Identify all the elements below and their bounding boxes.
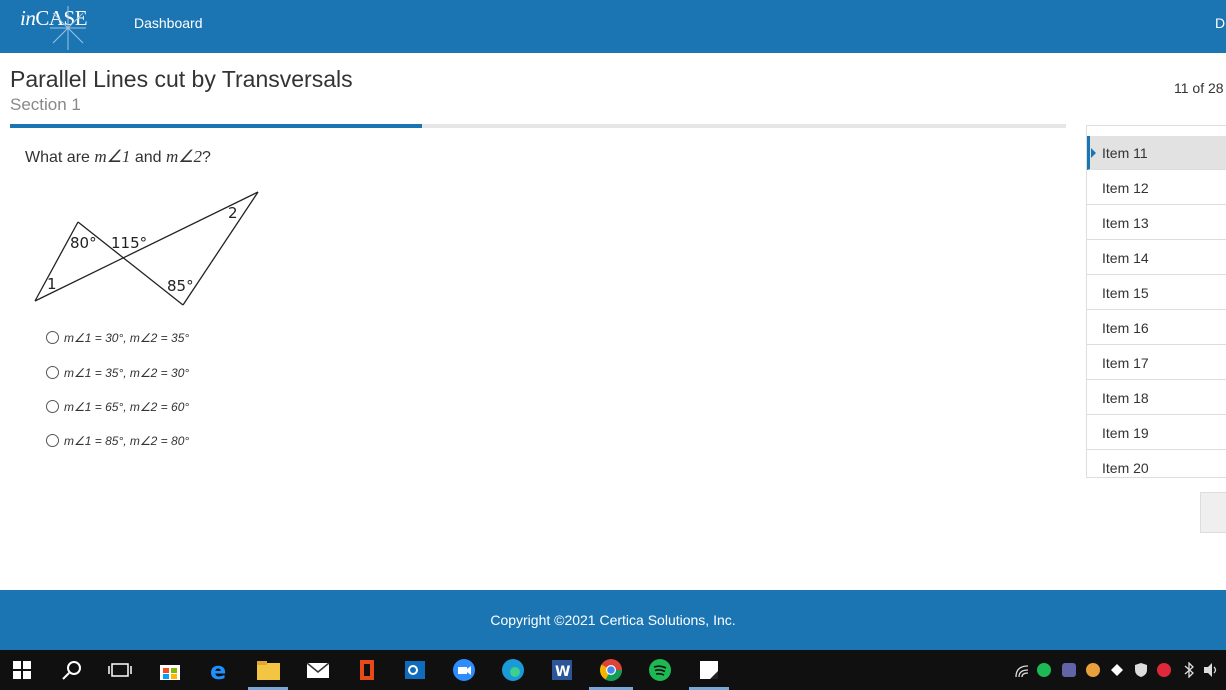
choice-label: m∠1 = 35°, m∠2 = 30°: [64, 365, 190, 380]
question-text: What are m∠1 and m∠2?: [25, 147, 211, 167]
item-navigation-list[interactable]: Item 11 Item 12 Item 13 Item 14 Item 15 …: [1086, 125, 1226, 478]
choice-label: m∠1 = 65°, m∠2 = 60°: [64, 399, 190, 414]
sidebar-item-label: Item 11: [1102, 145, 1148, 161]
sidebar-item-label: Item 15: [1102, 285, 1149, 301]
store-icon[interactable]: [158, 658, 182, 682]
page-footer: Copyright ©2021 Certica Solutions, Inc.: [0, 590, 1226, 650]
incase-logo[interactable]: inCASE: [20, 6, 88, 50]
edge-legacy-icon[interactable]: e: [208, 658, 232, 682]
windows-taskbar: e W: [0, 650, 1226, 690]
copyright-text: Copyright ©2021 Certica Solutions, Inc.: [490, 612, 736, 628]
page-title: Parallel Lines cut by Transversals: [10, 66, 353, 92]
app-red-tray-icon[interactable]: [1157, 663, 1171, 677]
edge-icon[interactable]: [501, 658, 525, 682]
bluetooth-icon[interactable]: [1183, 662, 1195, 678]
choice-label: m∠1 = 85°, m∠2 = 80°: [64, 433, 190, 448]
word-icon[interactable]: W: [550, 658, 574, 682]
radio-button[interactable]: [46, 434, 59, 448]
logo-sunburst-icon: [50, 6, 86, 50]
sidebar-item-label: Item 17: [1102, 355, 1149, 371]
question-suffix: ?: [202, 149, 211, 166]
angle-115-label: 115°: [111, 234, 147, 252]
angle-80-label: 80°: [70, 234, 97, 252]
sidebar-item-label: Item 13: [1102, 215, 1149, 231]
progress-fill: [10, 124, 422, 128]
sidebar-item-16[interactable]: Item 16: [1087, 311, 1226, 345]
question-angle-2: m∠2: [165, 147, 203, 166]
spotify-tray-icon[interactable]: [1037, 663, 1051, 677]
question-prefix: What are: [25, 149, 95, 166]
sidebar-item-17[interactable]: Item 17: [1087, 346, 1226, 380]
top-navbar: inCASE Dashboard D: [0, 0, 1226, 53]
current-item-caret-icon: [1091, 148, 1096, 158]
sidebar-item-label: Item 19: [1102, 425, 1149, 441]
right-triangle-side: [182, 191, 259, 306]
nav-dashboard-link[interactable]: Dashboard: [134, 15, 203, 31]
transversal-figure: 80° 115° 85° 1 2: [34, 191, 259, 306]
angle-1-label: 1: [47, 275, 57, 293]
sidebar-item-label: Item 20: [1102, 460, 1149, 476]
svg-text:e: e: [210, 658, 226, 682]
spotify-icon[interactable]: [648, 658, 672, 682]
outlook-icon[interactable]: [403, 658, 427, 682]
svg-text:W: W: [555, 664, 570, 680]
sidebar-item-12[interactable]: Item 12: [1087, 171, 1226, 205]
zoom-icon[interactable]: [452, 658, 476, 682]
sidebar-item-label: Item 16: [1102, 320, 1149, 336]
sidebar-item-label: Item 18: [1102, 390, 1149, 406]
sticky-notes-icon[interactable]: [697, 658, 721, 682]
radio-button[interactable]: [46, 366, 59, 380]
answer-choice[interactable]: m∠1 = 30°, m∠2 = 35°: [46, 330, 189, 346]
section-label: Section 1: [10, 95, 81, 114]
sidebar-item-19[interactable]: Item 19: [1087, 416, 1226, 450]
sidebar-item-15[interactable]: Item 15: [1087, 276, 1226, 310]
sidebar-item-11[interactable]: Item 11: [1087, 136, 1226, 170]
sidebar-item-label: Item 12: [1102, 180, 1149, 196]
sidebar-item-13[interactable]: Item 13: [1087, 206, 1226, 240]
logo-prefix: in: [20, 6, 36, 30]
radio-button[interactable]: [46, 331, 59, 345]
network-icon[interactable]: [1014, 664, 1030, 678]
task-view-icon[interactable]: [108, 658, 132, 682]
teams-tray-icon[interactable]: [1062, 663, 1076, 677]
sidebar-item-20[interactable]: Item 20: [1087, 451, 1226, 477]
sidebar-item-label: Item 14: [1102, 250, 1149, 266]
angle-2-label: 2: [228, 204, 238, 222]
progress-bar: [10, 124, 1066, 128]
answer-choice[interactable]: m∠1 = 85°, m∠2 = 80°: [46, 433, 189, 449]
windows-start-icon[interactable]: [13, 661, 37, 685]
office-icon[interactable]: [355, 658, 379, 682]
nav-user-menu[interactable]: D: [1215, 15, 1225, 31]
question-angle-1: m∠1: [94, 147, 131, 166]
sidebar-item-18[interactable]: Item 18: [1087, 381, 1226, 415]
chrome-icon[interactable]: [599, 658, 623, 682]
search-icon[interactable]: [60, 658, 84, 682]
radio-button[interactable]: [46, 400, 59, 414]
security-shield-icon[interactable]: [1133, 662, 1149, 678]
choice-label: m∠1 = 30°, m∠2 = 35°: [64, 330, 190, 345]
volume-icon[interactable]: [1203, 662, 1221, 678]
answer-choice[interactable]: m∠1 = 65°, m∠2 = 60°: [46, 399, 189, 415]
dropbox-tray-icon[interactable]: [1109, 662, 1125, 678]
angle-85-label: 85°: [167, 277, 194, 295]
answer-choice[interactable]: m∠1 = 35°, m∠2 = 30°: [46, 365, 189, 381]
question-and: and: [130, 149, 166, 166]
app-tray-icon[interactable]: [1086, 663, 1100, 677]
previous-button[interactable]: [1200, 492, 1226, 533]
mail-icon[interactable]: [306, 658, 330, 682]
item-counter: 11 of 28: [1174, 80, 1224, 96]
file-explorer-icon[interactable]: [256, 658, 280, 682]
sidebar-item-14[interactable]: Item 14: [1087, 241, 1226, 275]
